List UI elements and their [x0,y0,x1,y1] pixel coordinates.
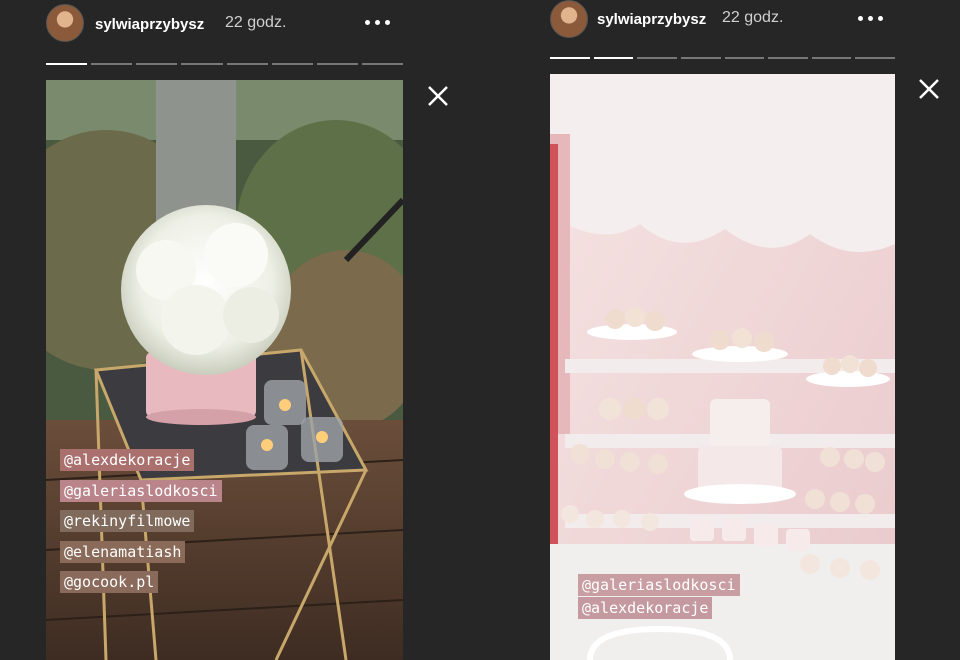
progress-segment [680,57,721,59]
progress-segment [811,57,852,59]
username[interactable]: sylwiaprzybysz [95,16,204,33]
avatar[interactable] [550,0,588,38]
progress-segment [637,57,677,59]
progress-segment [361,63,403,65]
mention-tag[interactable]: @alexdekoracje [578,597,713,619]
progress-segment [550,57,590,59]
close-icon[interactable] [917,77,941,101]
mention-tag[interactable]: @rekinyfilmowe [60,510,195,532]
progress-segment [46,63,88,65]
mention-tag[interactable]: @galeriaslodkosci [60,480,222,502]
progress-segment [91,63,133,65]
progress-segment [136,63,178,65]
username[interactable]: sylwiaprzybysz [597,11,706,28]
close-icon[interactable] [426,84,450,108]
progress-segment [271,63,313,65]
progress-segment [226,63,268,65]
avatar[interactable] [46,4,84,42]
story-image-flowers[interactable]: @alexdekoracje @galeriaslodkosci @rekiny… [46,80,403,660]
progress-segment [724,57,765,59]
timestamp: 22 godz. [225,14,287,31]
mention-tag[interactable]: @galeriaslodkosci [578,574,740,596]
mention-tag[interactable]: @elenamatiash [60,541,186,563]
story-panel-right: sylwiaprzybysz 22 godz. @galeriaslodkosc… [480,0,960,660]
dessert-table-illustration [550,74,895,660]
story-panel-left: sylwiaprzybysz 22 godz. @alexdekoracje @… [0,0,480,660]
more-options-icon[interactable] [858,16,883,21]
progress-segment [316,63,358,65]
progress-segment [181,63,223,65]
progress-segment [855,57,895,59]
progress-segment [593,57,634,59]
mention-tag[interactable]: @alexdekoracje [60,449,195,471]
mention-tag[interactable]: @gocook.pl [60,571,159,593]
timestamp: 22 godz. [722,9,784,26]
story-image-sweets[interactable]: @galeriaslodkosci @alexdekoracje [550,74,895,660]
progress-segment [768,57,808,59]
more-options-icon[interactable] [365,20,390,25]
story-progress-bar [46,63,403,65]
story-progress-bar [550,57,895,59]
